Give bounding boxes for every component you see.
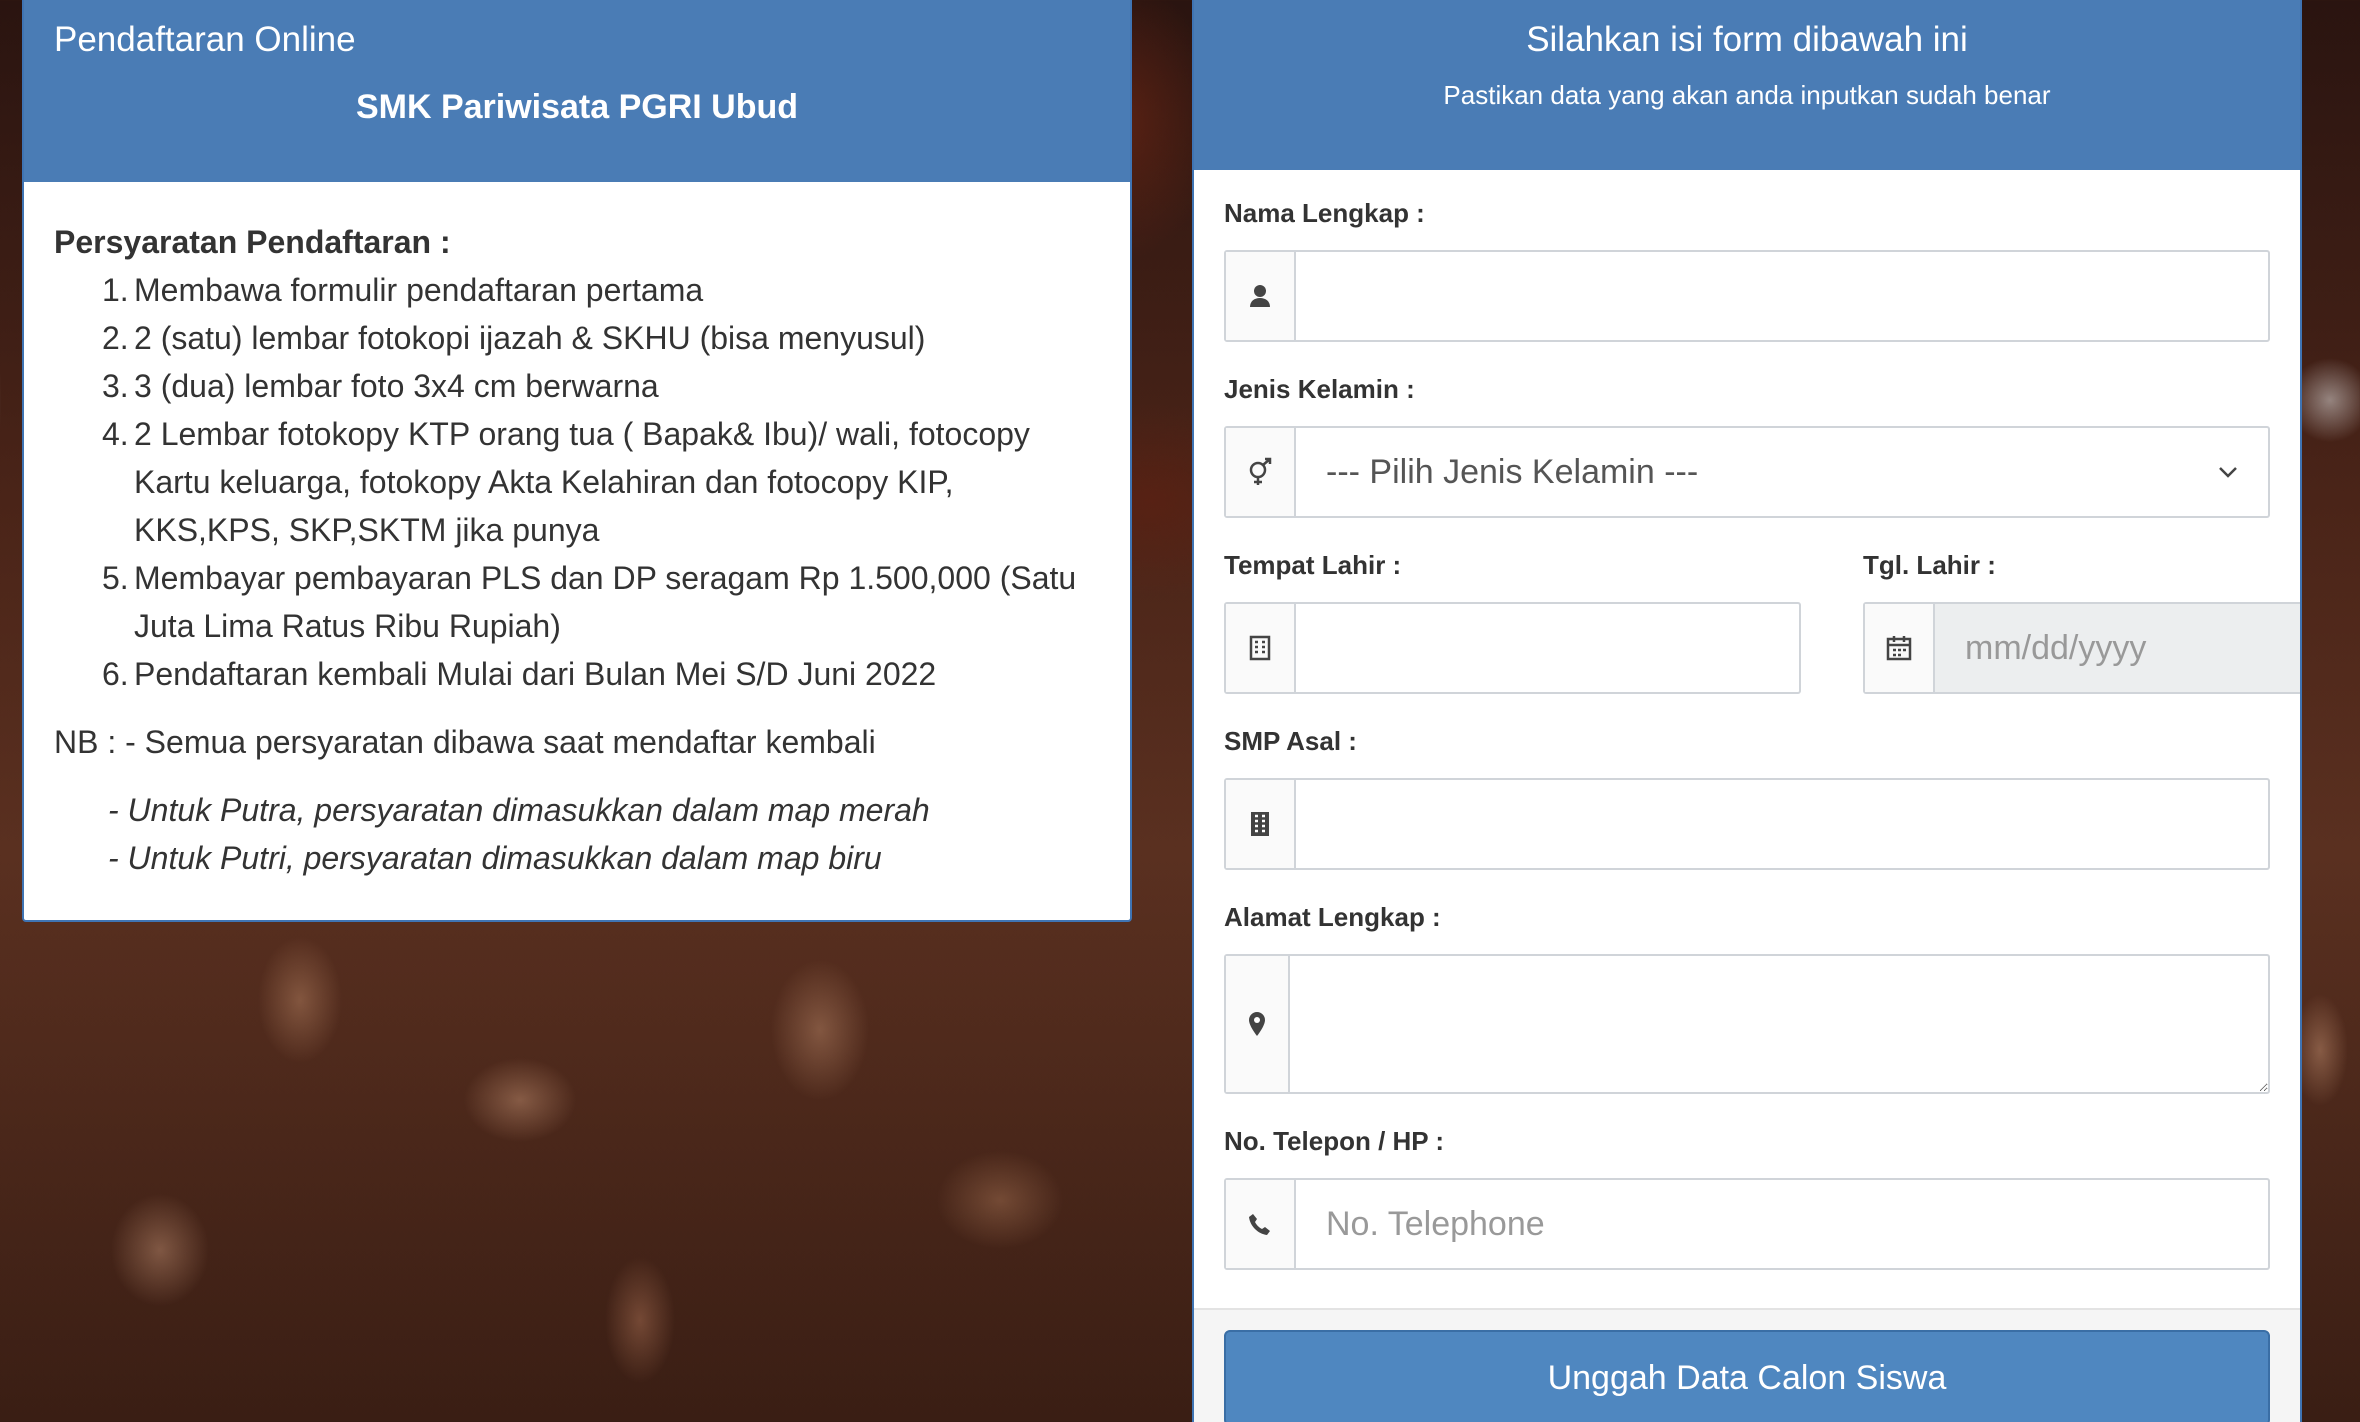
telepon-input[interactable] bbox=[1296, 1180, 2268, 1268]
alamat-label: Alamat Lengkap : bbox=[1224, 902, 1441, 932]
header-label: Pendaftaran Online bbox=[54, 20, 356, 59]
building-icon bbox=[1226, 604, 1296, 692]
registration-form-card: Silahkan isi form dibawah ini Pastikan d… bbox=[1192, 0, 2302, 1422]
user-icon bbox=[1226, 252, 1296, 340]
form-body: Nama Lengkap : Jenis Kelamin : --- Pilih… bbox=[1194, 170, 2300, 1270]
gender-label: Jenis Kelamin : bbox=[1224, 374, 1415, 404]
requirements-card: Pendaftaran Online SMK Pariwisata PGRI U… bbox=[22, 0, 1132, 922]
alamat-input-group bbox=[1224, 954, 2270, 1094]
birth-row: Tempat Lahir : Tgl. Lahir : bbox=[1224, 550, 2300, 726]
requirement-item: Membayar pembayaran PLS dan DP seragam R… bbox=[102, 554, 1077, 644]
tgl-label: Tgl. Lahir : bbox=[1863, 550, 1996, 580]
map-marker-icon bbox=[1226, 956, 1290, 1092]
tempat-field: Tempat Lahir : bbox=[1224, 550, 1801, 694]
tempat-input-group bbox=[1224, 602, 1801, 694]
nb-line-putra: - Untuk Putra, persyaratan dimasukkan da… bbox=[108, 792, 930, 828]
telepon-input-group bbox=[1224, 1178, 2270, 1270]
requirements-card-header: Pendaftaran Online SMK Pariwisata PGRI U… bbox=[24, 0, 1130, 182]
nama-input[interactable] bbox=[1296, 252, 2268, 340]
gender-select[interactable]: --- Pilih Jenis Kelamin --- bbox=[1296, 428, 2268, 516]
form-header: Silahkan isi form dibawah ini Pastikan d… bbox=[1194, 0, 2300, 170]
nb-lines: - Untuk Putra, persyaratan dimasukkan da… bbox=[54, 786, 1100, 882]
smp-field: SMP Asal : bbox=[1224, 726, 2270, 870]
requirement-item: 2 Lembar fotokopy KTP orang tua ( Bapak&… bbox=[102, 410, 1030, 548]
requirement-item: 2 (satu) lembar fotokopi ijazah & SKHU (… bbox=[102, 314, 926, 362]
gender-selected-value: --- Pilih Jenis Kelamin --- bbox=[1326, 452, 1699, 491]
nama-field: Nama Lengkap : bbox=[1224, 198, 2270, 342]
school-building-icon bbox=[1226, 780, 1296, 868]
tgl-field: Tgl. Lahir : bbox=[1863, 550, 2300, 694]
requirement-item: Pendaftaran kembali Mulai dari Bulan Mei… bbox=[102, 650, 937, 698]
tgl-input-group bbox=[1863, 602, 2300, 694]
requirement-item: 3 (dua) lembar foto 3x4 cm berwarna bbox=[102, 362, 659, 410]
phone-icon bbox=[1226, 1180, 1296, 1268]
requirements-title: Persyaratan Pendaftaran : bbox=[54, 224, 451, 260]
tempat-label: Tempat Lahir : bbox=[1224, 550, 1402, 580]
form-title: Silahkan isi form dibawah ini bbox=[1526, 20, 1968, 59]
tempat-input[interactable] bbox=[1296, 604, 1799, 692]
nb-note: NB : - Semua persyaratan dibawa saat men… bbox=[54, 724, 876, 760]
smp-label: SMP Asal : bbox=[1224, 726, 1357, 756]
gender-icon bbox=[1226, 428, 1296, 516]
nama-label: Nama Lengkap : bbox=[1224, 198, 1425, 228]
gender-input-group: --- Pilih Jenis Kelamin --- bbox=[1224, 426, 2270, 518]
submit-button[interactable]: Unggah Data Calon Siswa bbox=[1224, 1330, 2270, 1422]
requirement-item: Membawa formulir pendaftaran pertama bbox=[102, 266, 704, 314]
smp-input-group bbox=[1224, 778, 2270, 870]
requirements-body: Persyaratan Pendaftaran : Membawa formul… bbox=[24, 182, 1130, 882]
telepon-field: No. Telepon / HP : bbox=[1224, 1126, 2270, 1270]
form-subtitle: Pastikan data yang akan anda inputkan su… bbox=[1443, 80, 2051, 110]
requirements-list: Membawa formulir pendaftaran pertama 2 (… bbox=[54, 266, 1100, 698]
school-name: SMK Pariwisata PGRI Ubud bbox=[355, 88, 799, 126]
tgl-input[interactable] bbox=[1935, 604, 2300, 692]
telepon-label: No. Telepon / HP : bbox=[1224, 1126, 1445, 1156]
gender-field: Jenis Kelamin : --- Pilih Jenis Kelamin … bbox=[1224, 374, 2270, 518]
chevron-down-icon bbox=[2218, 466, 2238, 478]
alamat-textarea[interactable] bbox=[1290, 956, 2268, 1092]
nb-line-putri: - Untuk Putri, persyaratan dimasukkan da… bbox=[108, 840, 882, 876]
calendar-icon bbox=[1865, 604, 1935, 692]
alamat-field: Alamat Lengkap : bbox=[1224, 902, 2270, 1094]
nama-input-group bbox=[1224, 250, 2270, 342]
smp-input[interactable] bbox=[1296, 780, 2268, 868]
